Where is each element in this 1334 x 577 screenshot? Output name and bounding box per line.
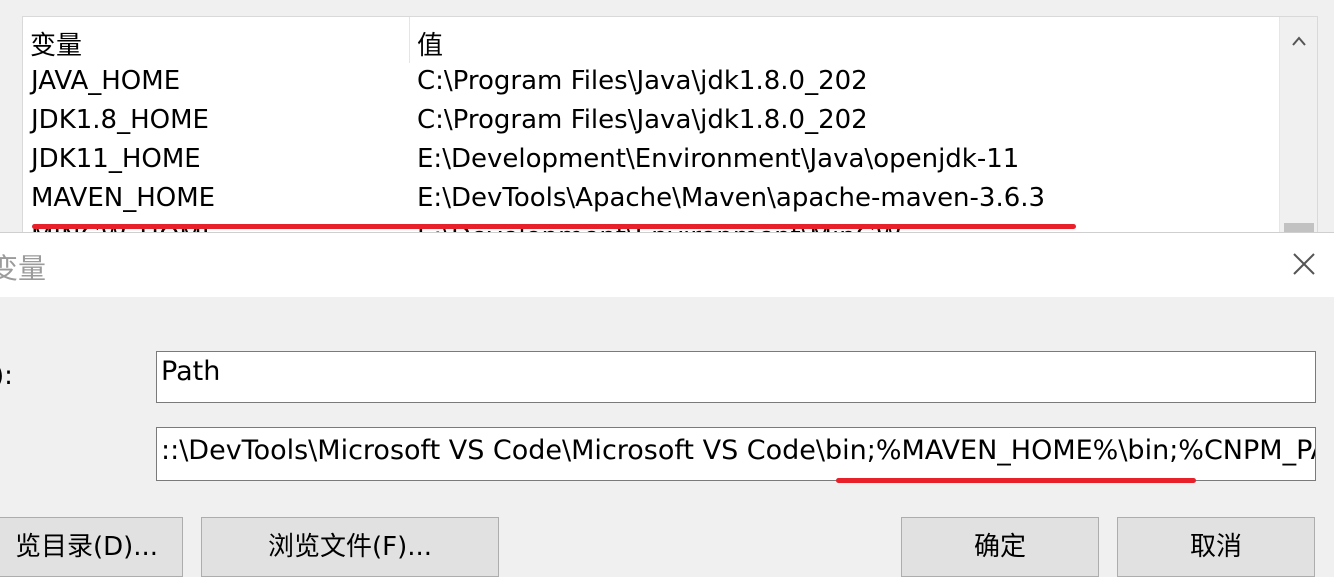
vertical-scrollbar[interactable]	[1279, 17, 1317, 240]
close-icon[interactable]	[1274, 233, 1334, 297]
list-row[interactable]: JAVA_HOME C:\Program Files\Java\jdk1.8.0…	[23, 62, 1279, 101]
cancel-button[interactable]: 取消	[1117, 517, 1315, 577]
list-header: 变量 值	[23, 17, 1279, 63]
chevron-up-icon[interactable]	[1280, 25, 1317, 55]
variable-name-field[interactable]: Path	[156, 351, 1316, 403]
row-variable-value: E:\DevTools\Apache\Maven\apache-maven-3.…	[417, 183, 1046, 213]
env-variables-window: 变量 值 JAVA_HOME C:\Program Files\Java\jdk…	[0, 0, 1334, 240]
ok-button[interactable]: 确定	[901, 517, 1099, 577]
variable-name-label: ):	[0, 361, 13, 391]
variable-value-field[interactable]: ::\DevTools\Microsoft VS Code\Microsoft …	[156, 427, 1316, 481]
variable-value-label: :	[0, 439, 3, 469]
row-variable-value: C:\Program Files\Java\jdk1.8.0_202	[417, 105, 868, 135]
edit-variable-dialog: 变量 ): Path : ::\DevTools\Microsoft VS Co…	[0, 232, 1334, 577]
column-divider[interactable]	[409, 17, 410, 63]
list-row[interactable]: JDK11_HOME E:\Development\Environment\Ja…	[23, 140, 1279, 179]
browse-file-button[interactable]: 浏览文件(F)...	[201, 517, 499, 577]
variable-list[interactable]: 变量 值 JAVA_HOME C:\Program Files\Java\jdk…	[22, 16, 1318, 240]
highlight-underline-maven-bin	[836, 478, 1196, 483]
dialog-title: 变量	[0, 252, 47, 285]
list-row[interactable]: JDK1.8_HOME C:\Program Files\Java\jdk1.8…	[23, 101, 1279, 140]
row-variable-name: JDK1.8_HOME	[31, 105, 209, 135]
column-header-value[interactable]: 值	[417, 25, 443, 62]
row-variable-name: JAVA_HOME	[31, 66, 181, 96]
row-variable-value: E:\Development\Environment\Java\openjdk-…	[417, 144, 1020, 174]
column-header-variable[interactable]: 变量	[30, 25, 82, 62]
row-variable-value: C:\Program Files\Java\jdk1.8.0_202	[417, 66, 868, 96]
row-variable-name: JDK11_HOME	[31, 144, 201, 174]
list-row[interactable]: MAVEN_HOME E:\DevTools\Apache\Maven\apac…	[23, 179, 1279, 218]
browse-directory-button[interactable]: 览目录(D)...	[0, 517, 183, 577]
highlight-underline-maven-row	[32, 224, 1076, 229]
row-variable-name: MAVEN_HOME	[31, 183, 216, 213]
dialog-titlebar: 变量	[0, 233, 1334, 297]
